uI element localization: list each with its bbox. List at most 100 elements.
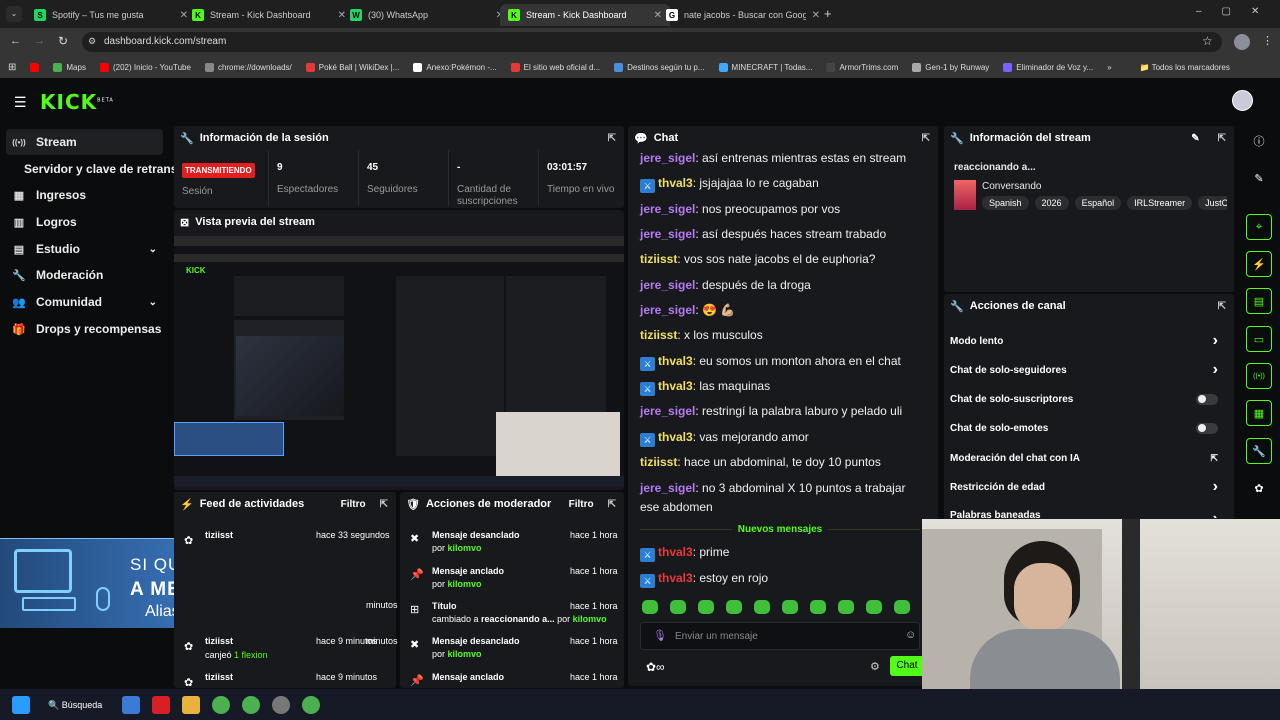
emoji-icon[interactable]: ☺ <box>905 629 916 641</box>
feed-user[interactable]: tiziisst <box>205 672 233 682</box>
emote-icon[interactable] <box>754 600 770 614</box>
back-icon[interactable]: ← <box>10 35 21 47</box>
obs-icon[interactable] <box>272 696 290 714</box>
pencil-icon[interactable]: ✎ <box>1246 165 1272 191</box>
info-icon[interactable]: ⓘ <box>1246 128 1272 154</box>
chat-username[interactable]: thval3 <box>658 354 693 368</box>
chevron-right-icon[interactable]: › <box>1213 478 1218 496</box>
bookmark-item[interactable]: Eliminador de Voz y... <box>1003 62 1093 72</box>
menu-icon[interactable]: ⋮ <box>1262 34 1273 47</box>
hamburger-menu-icon[interactable]: ☰ <box>14 94 27 111</box>
chat-username[interactable]: thval3 <box>658 176 693 190</box>
bookmark-item[interactable]: (202) Inicio - YouTube <box>99 62 191 72</box>
chat-username[interactable]: thval3 <box>658 545 693 559</box>
bookmarks-overflow[interactable]: » <box>1107 63 1111 72</box>
expand-icon[interactable]: ⇱ <box>608 499 616 510</box>
forward-icon[interactable]: → <box>34 35 45 47</box>
moderator-name[interactable]: kilomvo <box>573 614 607 624</box>
bookmark-item[interactable]: Anexo:Pokémon -... <box>413 62 497 72</box>
channel-action-item[interactable]: Palabras baneadas › <box>950 510 1230 518</box>
emote-icon[interactable] <box>866 600 882 614</box>
user-avatar[interactable] <box>1232 90 1253 111</box>
address-bar[interactable]: dashboard.kick.com/stream <box>82 32 1222 52</box>
camera-focus-icon[interactable]: ⌖ <box>1246 214 1272 240</box>
chat-username[interactable]: jere_sigel <box>640 202 695 216</box>
mod-filter-button[interactable]: Filtro <box>569 499 594 510</box>
bookmark-item[interactable]: Gen-1 by Runway <box>912 62 989 72</box>
emote-icon[interactable] <box>838 600 854 614</box>
lightning-icon[interactable]: ⚡ <box>1246 251 1272 277</box>
bookmark-item[interactable]: MINECRAFT | Todas... <box>718 62 812 72</box>
sidebar-item-revenue[interactable]: ▦ Ingresos <box>6 182 163 208</box>
sidebar-item-community[interactable]: 👥 Comunidad ⌄ <box>6 289 163 315</box>
external-link-icon[interactable]: ⇱ <box>1210 453 1218 464</box>
feed-user[interactable]: tiziisst <box>205 636 233 646</box>
taskview-icon[interactable] <box>122 696 140 714</box>
chat-username[interactable]: jere_sigel <box>640 151 695 165</box>
channel-action-item[interactable]: Restricción de edad › <box>950 478 1230 496</box>
reload-icon[interactable]: ↻ <box>58 34 68 48</box>
stream-tag[interactable]: Spanish <box>982 196 1029 210</box>
bookmark-item[interactable]: Maps <box>53 62 86 72</box>
feed-user[interactable]: tiziisst <box>205 530 233 540</box>
broadcast-icon[interactable]: ((•)) <box>1246 363 1272 389</box>
chat-username[interactable]: tiziisst <box>640 252 677 266</box>
emote-icon[interactable] <box>810 600 826 614</box>
stream-preview-video[interactable]: KICK <box>174 236 624 486</box>
browser-tab[interactable]: K Stream - Kick Dashboard ✕ <box>184 4 354 26</box>
bookmark-item[interactable]: ArmorTrims.com <box>826 62 898 72</box>
emote-icon[interactable] <box>726 600 742 614</box>
chat-icon[interactable]: ▭ <box>1246 326 1272 352</box>
tab-search-icon[interactable]: ⌄ <box>6 6 22 22</box>
microphone-icon[interactable]: 🎙 <box>653 629 667 642</box>
netflix-icon[interactable] <box>152 696 170 714</box>
chrome-icon[interactable] <box>212 696 230 714</box>
sidebar-item-achievements[interactable]: ▥ Logros <box>6 209 163 235</box>
bookmark-item[interactable]: Poké Ball | WikiDex |... <box>305 62 399 72</box>
stream-tag[interactable]: Español <box>1074 196 1122 210</box>
emote-icon[interactable] <box>642 600 658 614</box>
chat-username[interactable]: thval3 <box>658 571 693 585</box>
channel-action-item[interactable]: Moderación del chat con IA ⇱ <box>950 451 1230 465</box>
chat-username[interactable]: jere_sigel <box>640 278 695 292</box>
new-tab-button[interactable]: + <box>824 6 832 21</box>
apps-grid-icon[interactable]: ⊞ <box>8 62 16 73</box>
toggle-switch[interactable] <box>1196 422 1218 434</box>
channel-action-item[interactable]: Chat de solo-emotes <box>950 421 1230 435</box>
toggle-switch[interactable] <box>1196 393 1218 405</box>
bookmark-item[interactable]: Destinos según tu p... <box>614 62 705 72</box>
taskbar-search[interactable]: 🔍 Búsqueda <box>48 696 104 714</box>
emote-icon[interactable] <box>670 600 686 614</box>
file-explorer-icon[interactable] <box>182 696 200 714</box>
chat-input[interactable]: 🎙 Enviar un mensaje ☺ <box>640 622 920 650</box>
sidebar-item-studio[interactable]: ▤ Estudio ⌄ <box>6 236 163 262</box>
moderator-name[interactable]: kilomvo <box>448 579 482 589</box>
stream-tag[interactable]: JustC <box>1198 196 1227 210</box>
sidebar-item-gift[interactable]: 🎁 Drops y recompensas <box>6 316 163 342</box>
browser-tab[interactable]: W(30) WhatsApp✕ <box>342 4 512 26</box>
bookmark-item[interactable]: El sitio web oficial d... <box>510 62 600 72</box>
expand-icon[interactable]: ⇱ <box>922 133 930 144</box>
sidebar-item-server-key[interactable]: Servidor y clave de retransm <box>18 156 178 182</box>
all-bookmarks-button[interactable]: 📁 Todos los marcadores <box>1140 63 1230 72</box>
kick-points-icon[interactable]: ✿ <box>1246 475 1272 501</box>
kick-points-icon[interactable]: ✿∞ <box>646 660 665 674</box>
chat-username[interactable]: tiziisst <box>640 455 677 469</box>
chat-username[interactable]: jere_sigel <box>640 481 695 495</box>
expand-icon[interactable]: ⇱ <box>380 499 388 510</box>
emote-icon[interactable] <box>698 600 714 614</box>
chat-username[interactable]: jere_sigel <box>640 303 695 317</box>
sidebar-item-broadcast[interactable]: ((•)) Stream <box>6 129 163 155</box>
channel-action-item[interactable]: Chat de solo-suscriptores <box>950 392 1230 406</box>
send-chat-button[interactable]: Chat <box>890 656 924 676</box>
browser-tab[interactable]: K Stream - Kick Dashboard ✕ <box>500 4 670 26</box>
profile-avatar[interactable] <box>1234 34 1250 50</box>
bookmark-item[interactable]: chrome://downloads/ <box>204 62 292 72</box>
site-info-icon[interactable]: ⚙ <box>88 36 96 47</box>
chat-settings-icon[interactable]: ⚙ <box>870 660 880 673</box>
chat-username[interactable]: tiziisst <box>640 328 677 342</box>
feed-filter-button[interactable]: Filtro <box>341 499 366 510</box>
panel-icon[interactable]: ▦ <box>1246 400 1272 426</box>
browser-tab[interactable]: S Spotify – Tus me gusta ✕ <box>26 4 196 26</box>
emote-icon[interactable] <box>894 600 910 614</box>
